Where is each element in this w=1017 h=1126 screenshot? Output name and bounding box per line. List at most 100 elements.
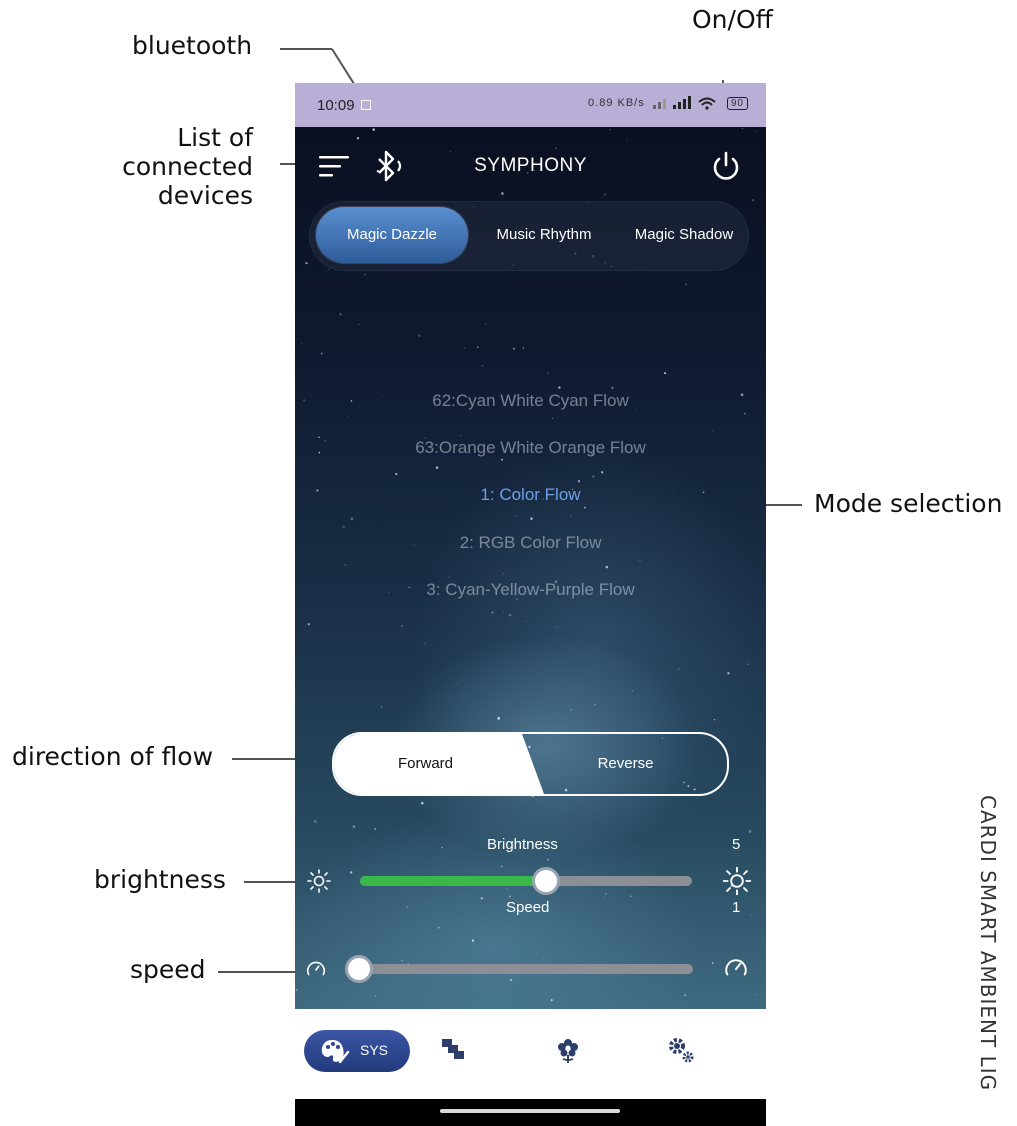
speed-slider[interactable] <box>345 955 693 983</box>
signal-wifi-icon <box>652 96 716 110</box>
brightness-slider-handle[interactable] <box>531 867 560 895</box>
notification-icon <box>361 100 371 110</box>
star <box>546 858 550 861</box>
star <box>605 565 609 569</box>
app-title: SYMPHONY <box>474 155 587 176</box>
star <box>307 623 310 626</box>
star <box>712 430 714 432</box>
power-icon[interactable] <box>709 149 743 183</box>
star <box>358 323 360 326</box>
star <box>751 198 755 202</box>
star <box>503 611 505 613</box>
star <box>552 417 554 419</box>
star <box>356 137 360 140</box>
star <box>604 897 606 899</box>
speed-slider-handle[interactable] <box>345 955 373 983</box>
direction-forward-button[interactable]: Forward <box>334 734 544 794</box>
star <box>741 127 744 130</box>
star <box>460 435 461 437</box>
nav-sys-button[interactable]: SYS <box>304 1030 410 1072</box>
star <box>441 846 443 849</box>
tab-magic-dazzle[interactable]: Magic Dazzle <box>316 207 468 263</box>
star <box>501 458 503 461</box>
leader-line-speed <box>218 971 298 973</box>
brightness-low-icon[interactable] <box>307 869 331 893</box>
star <box>748 830 752 833</box>
star <box>347 415 349 417</box>
star <box>484 323 487 325</box>
mode-item[interactable]: 2: RGB Color Flow <box>295 533 766 553</box>
annotation-devices-line3: devices <box>157 180 253 210</box>
star <box>570 515 572 517</box>
annotation-direction: direction of flow <box>12 742 214 771</box>
star <box>437 926 440 929</box>
star <box>750 914 752 916</box>
app-background: SYMPHONY Magic Dazzle Music Rhythm Magic… <box>295 127 766 1009</box>
layers-icon[interactable] <box>439 1035 469 1065</box>
annotation-mode-selection: Mode selection <box>814 489 1003 518</box>
star <box>350 871 353 874</box>
brightness-high-icon[interactable] <box>723 867 751 895</box>
star <box>626 139 628 141</box>
star <box>491 611 494 614</box>
star <box>500 865 503 868</box>
annotation-onoff: On/Off <box>692 5 773 34</box>
star <box>305 262 308 265</box>
mode-item-selected[interactable]: 1: Color Flow <box>295 485 766 505</box>
mode-tabs: Magic Dazzle Music Rhythm Magic Shadow <box>309 201 749 271</box>
brightness-label: Brightness <box>487 836 558 853</box>
star <box>713 719 716 721</box>
mode-item[interactable]: 3: Cyan-Yellow-Purple Flow <box>295 580 766 600</box>
annotation-devices-line2: connected <box>122 151 253 181</box>
star <box>449 576 450 578</box>
star <box>313 820 317 823</box>
star <box>685 283 687 285</box>
speed-low-icon[interactable] <box>305 958 327 980</box>
phone-screen: 10:09 0.89 KB/s 90 SYMPHONY Magic Dazzle… <box>295 83 766 1126</box>
gears-icon[interactable] <box>666 1035 696 1065</box>
annotation-bluetooth: bluetooth <box>132 31 253 60</box>
star <box>509 978 513 982</box>
home-indicator[interactable] <box>440 1109 620 1113</box>
star <box>481 364 484 367</box>
star <box>480 897 483 900</box>
star <box>497 717 501 720</box>
star <box>330 903 332 905</box>
star <box>543 958 545 960</box>
tab-music-rhythm[interactable]: Music Rhythm <box>479 207 609 263</box>
star <box>300 342 302 344</box>
mode-item[interactable]: 62:Cyan White Cyan Flow <box>295 391 766 411</box>
star <box>457 682 458 684</box>
star <box>592 475 595 478</box>
star <box>433 1007 435 1009</box>
star <box>295 555 296 558</box>
speed-high-icon[interactable] <box>723 955 749 981</box>
star <box>609 129 611 131</box>
star <box>583 506 586 509</box>
star <box>754 994 756 996</box>
bottom-nav: SYS <box>295 1009 766 1099</box>
flower-icon[interactable] <box>553 1035 583 1065</box>
star <box>320 352 323 355</box>
star <box>582 465 583 467</box>
star <box>364 274 366 276</box>
star <box>530 517 533 520</box>
star <box>450 150 452 152</box>
brightness-slider[interactable] <box>360 867 692 895</box>
brightness-fill <box>360 876 546 886</box>
star <box>744 412 746 415</box>
tab-magic-shadow[interactable]: Magic Shadow <box>619 207 749 263</box>
star <box>435 466 439 470</box>
star <box>424 642 426 644</box>
star <box>381 706 383 708</box>
mode-item[interactable]: 63:Orange White Orange Flow <box>295 438 766 458</box>
star <box>515 515 517 517</box>
star <box>506 888 508 890</box>
direction-reverse-button[interactable]: Reverse <box>544 734 727 794</box>
speed-label: Speed <box>506 899 550 916</box>
star <box>508 895 511 898</box>
star <box>594 704 596 706</box>
star <box>747 663 749 665</box>
star <box>374 828 377 830</box>
star <box>555 147 557 149</box>
